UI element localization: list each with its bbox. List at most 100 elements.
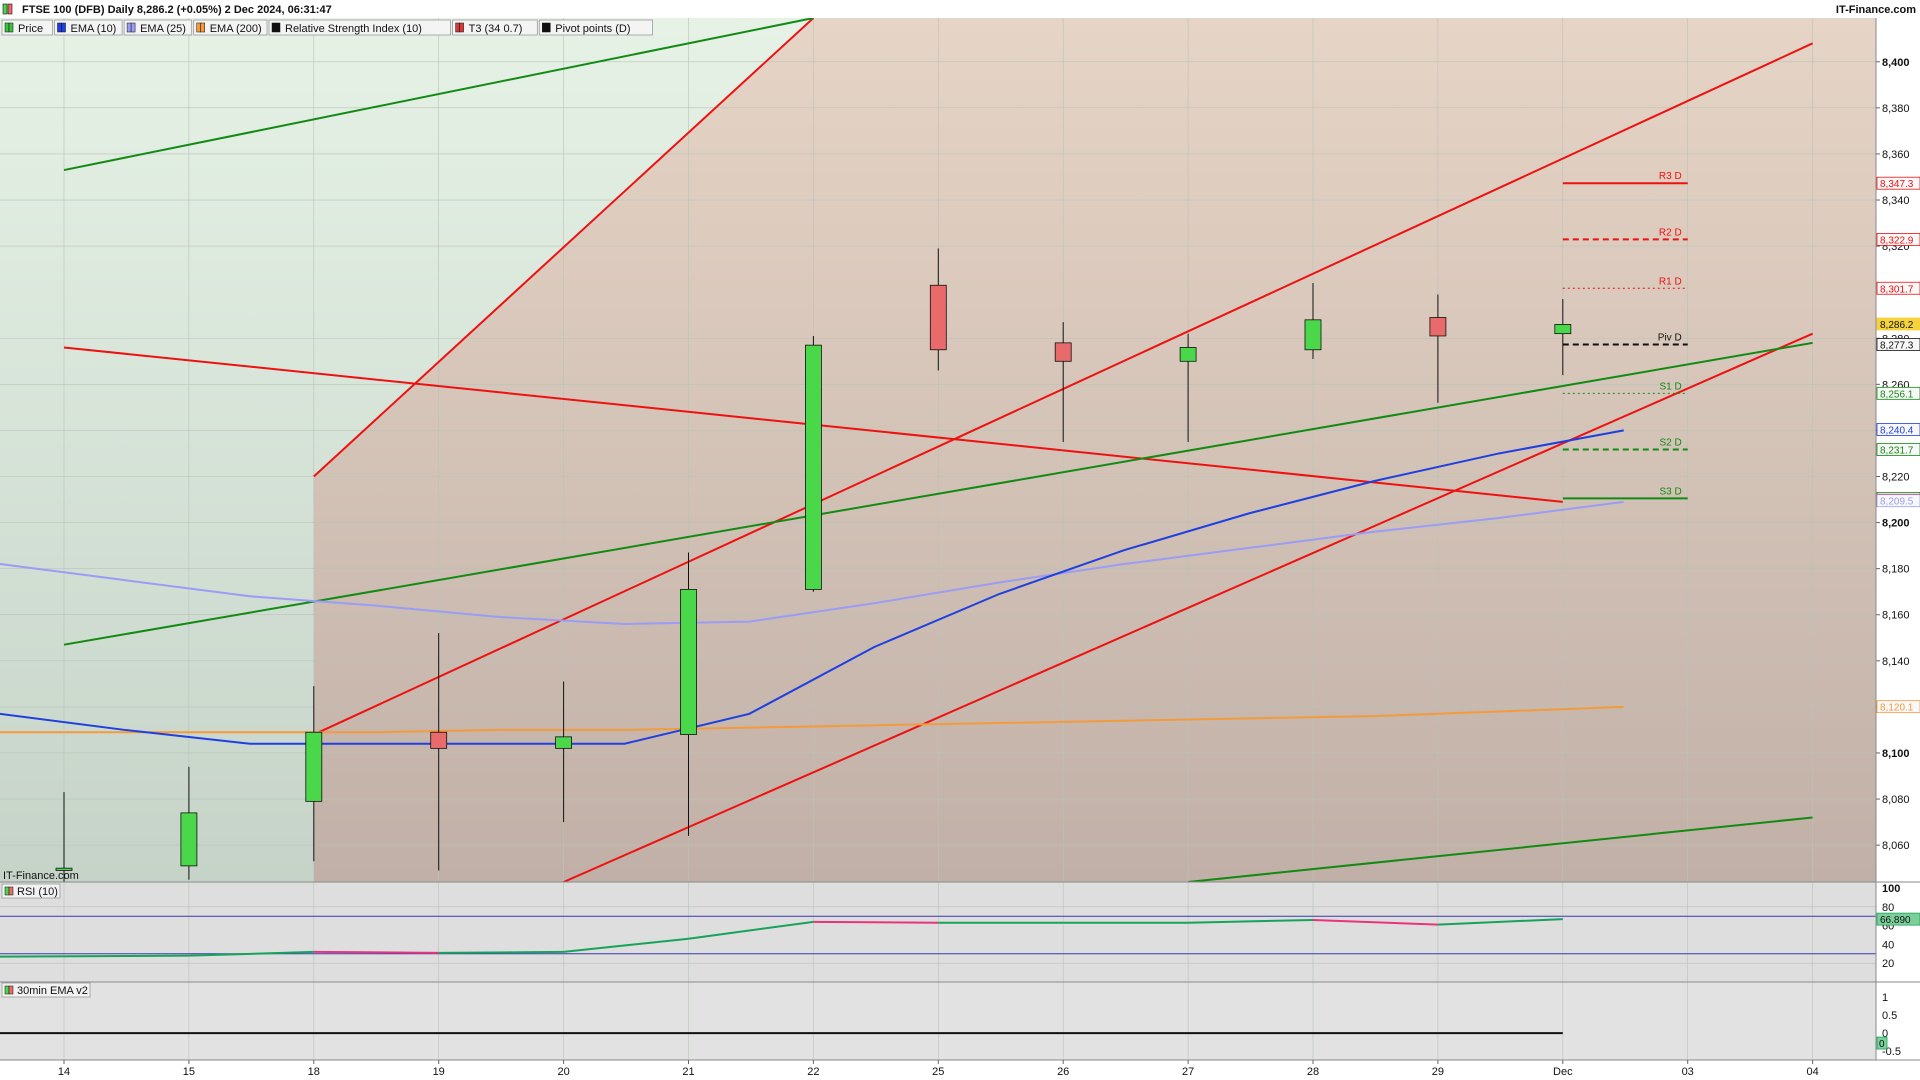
ema-panel-tag[interactable]: 30min EMA v2 — [1, 982, 91, 998]
line-swatch-icon — [275, 22, 281, 33]
rsi-value-label: 66.890 — [1880, 915, 1911, 926]
last-price-label: 8,286.2 — [1880, 320, 1914, 331]
date-tick-label: 20 — [557, 1066, 569, 1078]
line-swatch-icon — [126, 22, 132, 33]
candle-body — [929, 284, 947, 351]
rsi-tick-label: 20 — [1882, 958, 1894, 970]
date-tick-label: 18 — [308, 1066, 320, 1078]
line-swatch-icon — [200, 22, 205, 33]
line-swatch-icon — [271, 22, 277, 33]
price-tick-label: 8,140 — [1882, 656, 1910, 668]
price-tick-label: 8,080 — [1882, 794, 1910, 806]
candle-body — [805, 344, 822, 590]
pivot-label: Piv D — [1658, 332, 1682, 343]
rsi-line-segment — [313, 950, 439, 954]
date-tick-label: 26 — [1057, 1066, 1069, 1078]
indicator-swatch-icon — [8, 985, 14, 995]
rsi-panel-label: RSI (10) — [17, 886, 58, 898]
line-swatch-icon — [459, 22, 464, 33]
indicator-price-label: 8,209.5 — [1880, 497, 1914, 508]
pivot-price-tag-label: 8,231.7 — [1880, 446, 1914, 457]
pivot-label: R1 D — [1659, 276, 1682, 287]
pivot-label: R3 D — [1659, 171, 1682, 182]
line-swatch-icon — [542, 22, 547, 33]
line-swatch-icon — [130, 22, 136, 33]
date-tick-label: 28 — [1307, 1066, 1319, 1078]
candle-swatch-icon — [8, 22, 14, 33]
pivot-price-tag-label: 8,256.1 — [1880, 389, 1914, 400]
ema-panel-tick-label: 0.5 — [1882, 1010, 1897, 1022]
candle-body — [430, 731, 448, 749]
date-tick-label: 21 — [682, 1066, 694, 1078]
rsi-tick-label: 100 — [1882, 883, 1900, 895]
legend-label: Relative Strength Index (10) — [285, 23, 422, 35]
price-tick-label: 8,200 — [1882, 518, 1910, 530]
candle-body — [1179, 347, 1197, 362]
candle-body — [1429, 317, 1447, 337]
price-tick-label: 8,060 — [1882, 840, 1910, 852]
ema-panel-tick-label: 1 — [1882, 992, 1888, 1004]
line-swatch-icon — [57, 22, 62, 33]
legend-label: EMA (25) — [140, 23, 186, 35]
rsi-tick-label: 80 — [1882, 902, 1894, 914]
date-tick-label: 14 — [58, 1066, 70, 1078]
line-swatch-icon — [196, 22, 201, 33]
candle-body — [305, 731, 323, 802]
line-swatch-icon — [455, 22, 460, 33]
price-tick-label: 8,400 — [1882, 57, 1910, 69]
date-tick-label: 15 — [183, 1066, 195, 1078]
candle-icon — [7, 3, 13, 15]
pivot-price-tag-label: 8,301.7 — [1880, 284, 1914, 295]
legend[interactable]: Price EMA (10) EMA (25) EMA (200) Relative S… — [1, 19, 653, 36]
date-tick-label: 25 — [932, 1066, 944, 1078]
candle-body — [1554, 324, 1572, 335]
candle-body — [555, 736, 572, 749]
brand-label: IT-Finance.com — [1836, 4, 1916, 16]
pivot-label: S1 D — [1659, 381, 1681, 392]
candle-body — [180, 812, 198, 867]
rsi-line-segment — [813, 920, 939, 924]
pivot-label: R2 D — [1659, 227, 1682, 238]
date-tick-label: 04 — [1806, 1066, 1818, 1078]
candle-body — [1054, 342, 1072, 362]
ema-panel-label: 30min EMA v2 — [17, 985, 88, 997]
legend-label: EMA (10) — [71, 23, 117, 35]
pivot-price-tag-label: 8,277.3 — [1880, 340, 1914, 351]
price-tick-label: 8,160 — [1882, 610, 1910, 622]
pivot-price-tag-label: 8,322.9 — [1880, 235, 1914, 246]
price-tick-label: 8,380 — [1882, 103, 1910, 115]
indicator-swatch-icon — [8, 886, 14, 896]
legend-label: Price — [18, 23, 43, 35]
date-tick-label: 19 — [433, 1066, 445, 1078]
chart-canvas: R3 DR2 DR1 DPiv DS1 DS2 DS3 D 1008060402… — [0, 0, 1920, 1080]
date-tick-label: Dec — [1553, 1066, 1573, 1078]
price-tick-label: 8,180 — [1882, 564, 1910, 576]
price-tick-label: 8,100 — [1882, 748, 1910, 760]
line-swatch-icon — [61, 22, 66, 33]
indicator-price-label: 8,120.1 — [1880, 703, 1914, 714]
price-tick-label: 8,360 — [1882, 149, 1910, 161]
date-tick-label: 03 — [1682, 1066, 1694, 1078]
candle-icon — [2, 3, 8, 15]
price-tick-label: 8,220 — [1882, 471, 1910, 483]
legend-label: EMA (200) — [210, 23, 262, 35]
indicator-swatch-icon — [4, 985, 10, 995]
rsi-line-segment — [438, 950, 564, 954]
watermark: IT-Finance.com — [3, 870, 79, 882]
rsi-panel-tag[interactable]: RSI (10) — [1, 883, 61, 899]
rsi-tick-label: 40 — [1882, 939, 1894, 951]
pivot-label: S2 D — [1659, 438, 1681, 449]
indicator-price-label: 8,240.4 — [1880, 425, 1914, 436]
candle-swatch-icon — [4, 22, 10, 33]
price-tick-label: 8,340 — [1882, 195, 1910, 207]
date-tick-label: 27 — [1182, 1066, 1194, 1078]
line-swatch-icon — [546, 22, 551, 33]
date-axis-area — [0, 1060, 1920, 1080]
rsi-line-segment — [0, 954, 189, 958]
ema-panel-value-label: 0 — [1879, 1039, 1885, 1050]
candle-body — [680, 588, 697, 735]
legend-label: T3 (34 0.7) — [469, 23, 523, 35]
indicator-swatch-icon — [4, 886, 10, 896]
date-tick-label: 29 — [1432, 1066, 1444, 1078]
pivot-label: S3 D — [1659, 486, 1681, 497]
